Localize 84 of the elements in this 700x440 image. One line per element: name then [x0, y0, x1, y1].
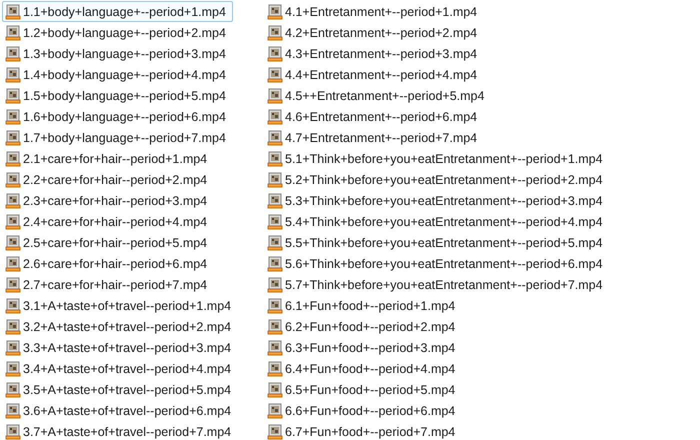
file-item[interactable]: 2.7+care+for+hair--period+7.mp4	[2, 274, 214, 295]
file-item[interactable]: 5.7+Think+before+you+eatEntretanment+--period+7.mp4	[264, 274, 610, 295]
file-item[interactable]: 5.1+Think+before+you+eatEntretanment+--period+1.mp4	[264, 148, 610, 169]
video-file-icon	[5, 150, 21, 166]
video-file-icon	[5, 130, 21, 146]
video-file-icon	[5, 66, 21, 82]
file-item[interactable]: 4.4+Entretanment+--period+4.mp4	[264, 64, 484, 85]
file-item[interactable]: 6.2+Fun+food+--period+2.mp4	[264, 316, 462, 337]
file-item[interactable]: 4.5++Entretanment+--period+5.mp4	[264, 85, 492, 106]
file-item[interactable]: 5.6+Think+before+you+eatEntretanment+--period+6.mp4	[264, 253, 610, 274]
video-file-icon	[267, 402, 283, 418]
video-file-icon	[5, 108, 21, 124]
video-file-icon	[267, 150, 283, 166]
video-file-icon	[5, 192, 21, 208]
video-file-icon	[267, 234, 283, 250]
file-item[interactable]: 3.5+A+taste+of+travel--period+5.mp4	[2, 379, 238, 400]
video-file-icon	[267, 318, 283, 334]
file-item[interactable]: 6.6+Fun+food+--period+6.mp4	[264, 400, 462, 421]
file-item[interactable]: 4.3+Entretanment+--period+3.mp4	[264, 43, 484, 64]
video-file-icon	[267, 340, 283, 356]
video-file-icon	[5, 298, 21, 314]
video-file-icon	[267, 4, 283, 20]
video-file-icon	[267, 46, 283, 62]
file-item[interactable]: 3.2+A+taste+of+travel--period+2.mp4	[2, 316, 238, 337]
file-item[interactable]: 2.6+care+for+hair--period+6.mp4	[2, 253, 214, 274]
video-file-icon	[267, 88, 283, 104]
video-file-icon	[267, 108, 283, 124]
file-item[interactable]: 1.7+body+language+--period+7.mp4	[2, 127, 233, 148]
video-file-icon	[5, 4, 21, 20]
video-file-icon	[267, 66, 283, 82]
file-item[interactable]: 4.6+Entretanment+--period+6.mp4	[264, 106, 484, 127]
video-file-icon	[267, 130, 283, 146]
video-file-icon	[5, 424, 21, 440]
file-item[interactable]: 2.5+care+for+hair--period+5.mp4	[2, 232, 214, 253]
video-file-icon	[5, 214, 21, 230]
video-file-icon	[267, 298, 283, 314]
file-item[interactable]: 6.5+Fun+food+--period+5.mp4	[264, 379, 462, 400]
video-file-icon	[5, 88, 21, 104]
video-file-icon	[5, 382, 21, 398]
video-file-icon	[5, 360, 21, 376]
video-file-icon	[5, 24, 21, 40]
file-item[interactable]: 5.2+Think+before+you+eatEntretanment+--period+2.mp4	[264, 169, 610, 190]
file-item[interactable]: 6.4+Fun+food+--period+4.mp4	[264, 358, 462, 379]
video-file-icon	[267, 276, 283, 292]
file-item[interactable]: 5.5+Think+before+you+eatEntretanment+--period+5.mp4	[264, 232, 610, 253]
file-item[interactable]: 6.7+Fun+food+--period+7.mp4	[264, 421, 462, 440]
video-file-icon	[267, 360, 283, 376]
video-file-icon	[267, 256, 283, 272]
video-file-icon	[5, 46, 21, 62]
video-file-icon	[5, 340, 21, 356]
file-item[interactable]: 1.1+body+language+--period+1.mp4	[2, 1, 233, 22]
video-file-icon	[5, 172, 21, 188]
file-item[interactable]: 3.6+A+taste+of+travel--period+6.mp4	[2, 400, 238, 421]
file-item[interactable]: 4.7+Entretanment+--period+7.mp4	[264, 127, 484, 148]
file-item[interactable]: 1.5+body+language+--period+5.mp4	[2, 85, 233, 106]
file-item[interactable]: 3.3+A+taste+of+travel--period+3.mp4	[2, 337, 238, 358]
file-item[interactable]: 3.4+A+taste+of+travel--period+4.mp4	[2, 358, 238, 379]
file-item[interactable]: 4.2+Entretanment+--period+2.mp4	[264, 22, 484, 43]
file-item[interactable]: 1.3+body+language+--period+3.mp4	[2, 43, 233, 64]
file-item[interactable]: 1.4+body+language+--period+4.mp4	[2, 64, 233, 85]
file-item[interactable]: 5.3+Think+before+you+eatEntretanment+--period+3.mp4	[264, 190, 610, 211]
file-item[interactable]: 3.1+A+taste+of+travel--period+1.mp4	[2, 295, 238, 316]
video-file-icon	[5, 234, 21, 250]
file-item[interactable]: 2.3+care+for+hair--period+3.mp4	[2, 190, 214, 211]
video-file-icon	[267, 424, 283, 440]
file-item[interactable]: 1.2+body+language+--period+2.mp4	[2, 22, 233, 43]
file-item[interactable]: 6.3+Fun+food+--period+3.mp4	[264, 337, 462, 358]
file-item[interactable]: 4.1+Entretanment+--period+1.mp4	[264, 1, 484, 22]
file-item[interactable]: 3.7+A+taste+of+travel--period+7.mp4	[2, 421, 238, 440]
video-file-icon	[5, 318, 21, 334]
file-item[interactable]: 2.2+care+for+hair--period+2.mp4	[2, 169, 214, 190]
video-file-icon	[267, 382, 283, 398]
video-file-icon	[267, 172, 283, 188]
file-item[interactable]: 5.4+Think+before+you+eatEntretanment+--period+4.mp4	[264, 211, 610, 232]
file-item[interactable]: 1.6+body+language+--period+6.mp4	[2, 106, 233, 127]
video-file-icon	[267, 214, 283, 230]
video-file-icon	[267, 24, 283, 40]
file-item[interactable]: 2.1+care+for+hair--period+1.mp4	[2, 148, 214, 169]
video-file-icon	[5, 256, 21, 272]
video-file-icon	[5, 276, 21, 292]
file-item[interactable]: 2.4+care+for+hair--period+4.mp4	[2, 211, 214, 232]
file-item[interactable]: 6.1+Fun+food+--period+1.mp4	[264, 295, 462, 316]
video-file-icon	[5, 402, 21, 418]
video-file-icon	[267, 192, 283, 208]
